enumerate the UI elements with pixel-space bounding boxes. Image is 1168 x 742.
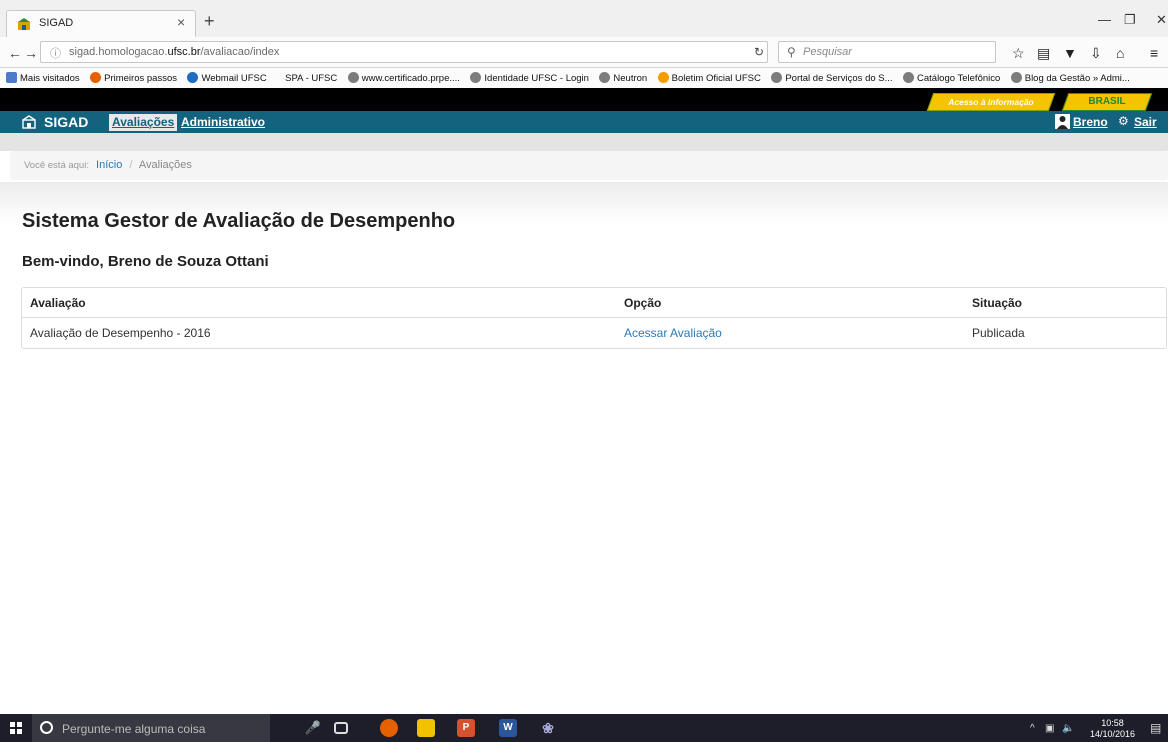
column-header-situacao: Situação [964,288,1166,318]
bookmark-item[interactable]: Webmail UFSC [187,69,267,88]
forward-icon[interactable]: → [24,45,38,61]
taskbar-search-placeholder: Pergunte-me alguma coisa [62,722,206,736]
windows-taskbar: Pergunte-me alguma coisa 🎤 P W ❀ ^ ▣ 🔈 1… [0,714,1168,742]
bookmark-item[interactable]: Blog da Gestão » Admi... [1010,69,1130,88]
table-header-row: Avaliação Opção Situação [22,288,1166,318]
bookmark-star-icon[interactable]: ☆ [1012,45,1025,62]
evaluations-table: Avaliação Opção Situação Avaliação de De… [21,287,1167,349]
bookmark-item[interactable]: Mais visitados [6,69,80,88]
breadcrumb-label: Você está aqui: [24,160,89,171]
breadcrumb-current: Avaliações [138,159,192,171]
screen: SIGAD × + — ❐ ✕ ← → ⓘ sigad.homologacao.… [0,0,1168,742]
sigad-logo-icon [22,115,36,129]
minimize-icon[interactable]: — [1098,12,1111,27]
menu-avaliacoes[interactable]: Avaliações [109,114,178,131]
search-placeholder: Pesquisar [803,46,852,58]
paint-icon[interactable]: ❀ [539,719,557,737]
network-icon[interactable]: ▣ [1045,723,1054,734]
bookmark-item[interactable]: Neutron [599,69,647,88]
clock[interactable]: 10:58 14/10/2016 [1090,718,1135,740]
subheader-strip [0,133,1168,151]
bookmarks-bar: Mais visitados Primeiros passos Webmail … [0,68,1168,88]
menu-icon[interactable]: ≡ [1150,45,1158,61]
column-header-avaliacao: Avaliação [22,288,616,318]
url-bar[interactable]: ⓘ sigad.homologacao.ufsc.br/avaliacao/in… [40,41,768,63]
reload-icon[interactable]: ↻ [754,45,764,59]
taskbar-search[interactable]: Pergunte-me alguma coisa [32,714,270,742]
bookmark-item[interactable]: Portal de Serviços do S... [771,69,893,88]
pocket-icon[interactable]: ▼ [1063,45,1077,61]
menu-administrativo[interactable]: Administrativo [181,115,265,129]
acessar-avaliacao-link[interactable]: Acessar Avaliação [624,326,722,340]
restore-icon[interactable]: ❐ [1124,12,1136,28]
new-tab-button[interactable]: + [204,12,215,30]
search-icon: ⚲ [787,45,796,59]
url-text: sigad.homologacao.ufsc.br/avaliacao/inde… [69,46,280,58]
bookmark-item[interactable]: SPA - UFSC [285,69,337,88]
breadcrumb-home-link[interactable]: Início [96,159,122,171]
bookmark-item[interactable]: Catálogo Telefônico [903,69,1000,88]
logout-link[interactable]: Sair [1134,115,1157,129]
volume-icon[interactable]: 🔈 [1062,723,1074,734]
cell-avaliacao: Avaliação de Desempenho - 2016 [30,326,211,340]
search-box[interactable]: ⚲ Pesquisar [778,41,996,63]
browser-tabstrip: SIGAD × + — ❐ ✕ [0,0,1168,37]
file-explorer-icon[interactable] [417,719,435,737]
word-icon[interactable]: W [499,719,517,737]
bookmark-item[interactable]: Primeiros passos [90,69,177,88]
download-icon[interactable]: ⇩ [1090,45,1102,62]
acesso-informacao-link[interactable]: Acesso à Informação [926,93,1056,111]
bookmark-item[interactable]: Identidade UFSC - Login [470,69,589,88]
info-icon[interactable]: ⓘ [50,45,61,61]
sigad-favicon-icon [18,18,30,30]
bookmark-item[interactable]: Boletim Oficial UFSC [657,69,761,88]
table-row: Avaliação de Desempenho - 2016 Acessar A… [22,318,1166,348]
brasil-link[interactable]: BRASIL [1061,93,1153,111]
user-link[interactable]: Breno [1073,115,1108,129]
app-brand[interactable]: SIGAD [44,114,88,130]
back-icon[interactable]: ← [8,45,22,61]
browser-navbar: ← → ⓘ sigad.homologacao.ufsc.br/avaliaca… [0,37,1168,68]
notifications-icon[interactable]: ▤ [1150,721,1161,735]
cortana-icon [40,721,53,734]
cell-situacao: Publicada [972,326,1025,340]
microphone-icon[interactable]: 🎤 [304,719,322,737]
task-view-icon[interactable] [334,722,348,734]
column-header-opcao: Opção [616,288,964,318]
tab-title: SIGAD [39,17,74,29]
home-icon[interactable]: ⌂ [1116,45,1124,61]
browser-tab[interactable]: SIGAD × [6,10,196,37]
bookmark-item[interactable]: www.certificado.prpe.... [347,69,460,88]
close-window-icon[interactable]: ✕ [1156,12,1167,28]
reading-list-icon[interactable]: ▤ [1037,45,1050,62]
tray-chevron-icon[interactable]: ^ [1030,723,1035,734]
clock-time: 10:58 [1101,718,1124,728]
page-title: Sistema Gestor de Avaliação de Desempenh… [22,210,456,232]
breadcrumb-separator: / [129,159,133,171]
tab-close-icon[interactable]: × [177,14,185,30]
powerpoint-icon[interactable]: P [457,719,475,737]
user-icon [1055,114,1070,129]
breadcrumb: Você está aqui: Início / Avaliações [10,151,1168,180]
clock-date: 14/10/2016 [1090,729,1136,739]
firefox-icon[interactable] [380,719,398,737]
gov-bar: Acesso à Informação BRASIL [0,88,1168,111]
cell-opcao: Acessar Avaliação [616,318,964,348]
gear-icon[interactable]: ⚙ [1118,114,1129,128]
windows-start-icon[interactable] [10,722,22,734]
welcome-message: Bem-vindo, Breno de Souza Ottani [22,253,269,270]
app-navbar: SIGAD Avaliações Administrativo Breno ⚙ … [0,111,1168,133]
